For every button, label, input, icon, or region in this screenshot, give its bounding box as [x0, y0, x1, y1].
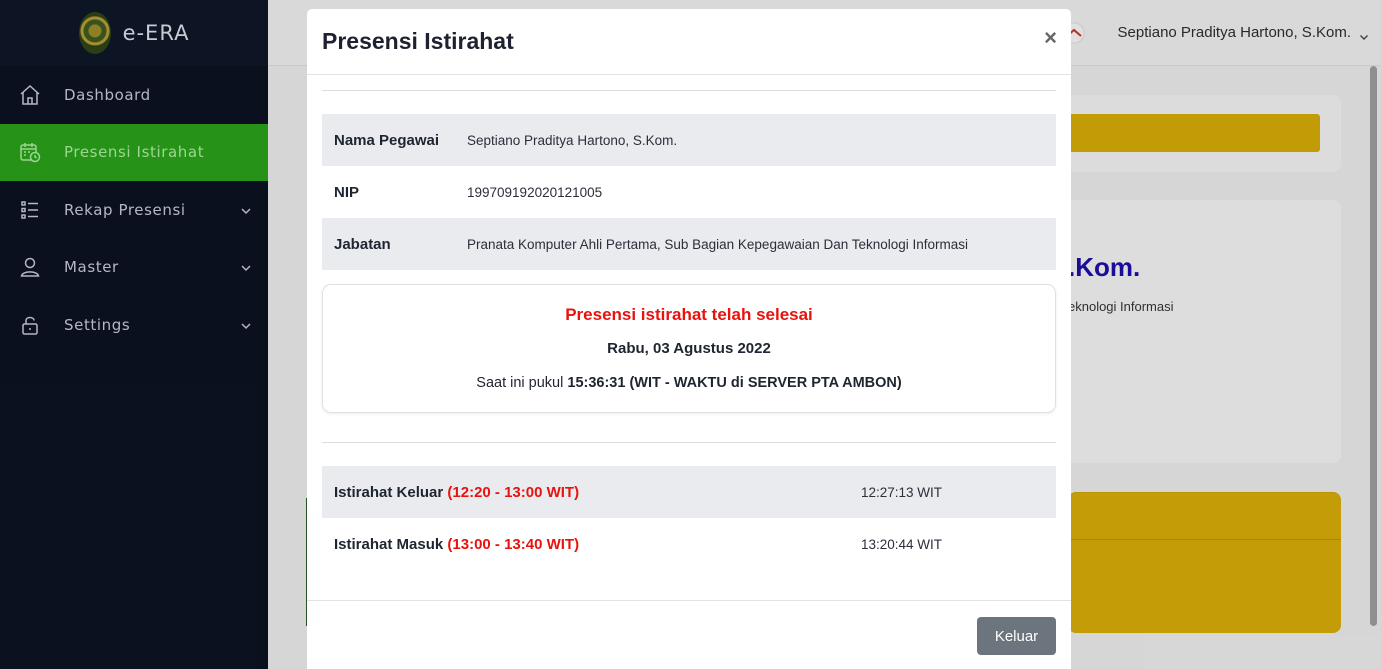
field-label: Jabatan [334, 235, 391, 253]
break-name: Istirahat Masuk [334, 535, 444, 553]
break-name: Istirahat Keluar [334, 483, 444, 501]
divider [322, 90, 1056, 91]
status-panel: Presensi istirahat telah selesai Rabu, 0… [322, 284, 1056, 413]
server-time-value: 15:36:31 (WIT - WAKTU di SERVER PTA AMBO… [567, 375, 902, 391]
table-row: Istirahat Masuk (13:00 - 13:40 WIT) 13:2… [322, 518, 1056, 570]
server-time: Saat ini pukul 15:36:31 (WIT - WAKTU di … [323, 375, 1055, 391]
presensi-modal: Presensi Istirahat × Nama Pegawai Septia… [307, 9, 1071, 669]
divider [322, 442, 1056, 443]
close-icon[interactable]: × [1044, 25, 1057, 51]
table-row: Jabatan Pranata Komputer Ahli Pertama, S… [322, 218, 1056, 270]
table-row: Nama Pegawai Septiano Praditya Hartono, … [322, 114, 1056, 166]
table-row: NIP 199709192020121005 [322, 166, 1056, 218]
table-row: Istirahat Keluar (12:20 - 13:00 WIT) 12:… [322, 466, 1056, 518]
field-label: NIP [334, 183, 360, 201]
break-range: (13:00 - 13:40 WIT) [447, 535, 580, 553]
keluar-button[interactable]: Keluar [977, 617, 1056, 655]
modal-title: Presensi Istirahat [322, 28, 514, 54]
break-label: Istirahat Masuk (13:00 - 13:40 WIT) [322, 518, 861, 570]
modal-footer: Keluar [307, 600, 1071, 669]
field-value: Pranata Komputer Ahli Pertama, Sub Bagia… [467, 236, 969, 252]
field-value: 199709192020121005 [467, 184, 603, 200]
field-value: Septiano Praditya Hartono, S.Kom. [467, 132, 678, 148]
break-label: Istirahat Keluar (12:20 - 13:00 WIT) [322, 466, 861, 518]
server-time-prefix: Saat ini pukul [476, 375, 564, 391]
break-range: (12:20 - 13:00 WIT) [447, 483, 580, 501]
status-date: Rabu, 03 Agustus 2022 [607, 340, 771, 357]
break-times-table: Istirahat Keluar (12:20 - 13:00 WIT) 12:… [322, 466, 1056, 570]
employee-info-table: Nama Pegawai Septiano Praditya Hartono, … [322, 114, 1056, 270]
break-time: 13:20:44 WIT [861, 536, 943, 552]
modal-header: Presensi Istirahat × [307, 9, 1071, 75]
break-time: 12:27:13 WIT [861, 484, 943, 500]
field-label: Nama Pegawai [334, 131, 440, 149]
status-message: Presensi istirahat telah selesai [565, 305, 813, 324]
